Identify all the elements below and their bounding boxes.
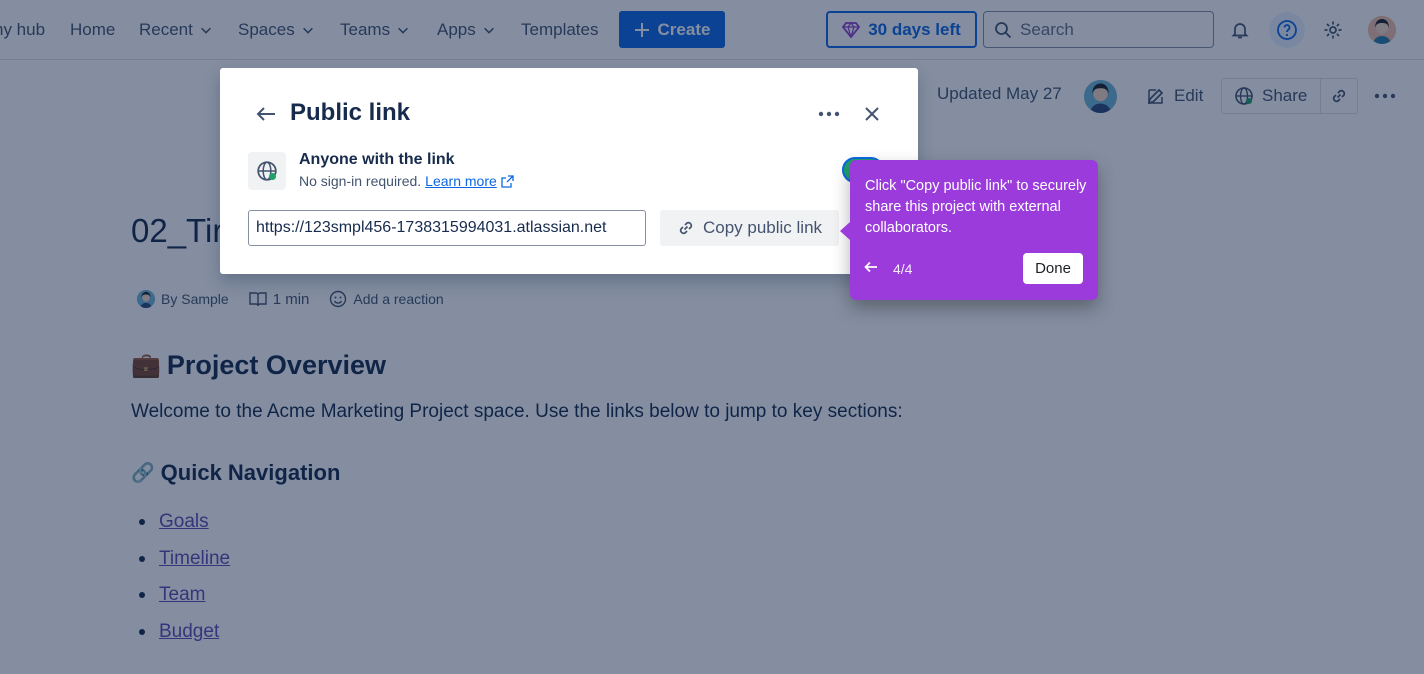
- guide-tooltip: Click "Copy public link" to securely sha…: [840, 160, 1098, 300]
- tooltip-text: Click "Copy public link" to securely sha…: [865, 178, 1087, 236]
- copy-public-link-button[interactable]: Copy public link: [660, 210, 839, 246]
- tooltip-step-counter: 4/4: [893, 261, 913, 277]
- copy-label: Copy public link: [702, 218, 823, 237]
- learn-more-label: Learn more: [425, 173, 497, 189]
- public-url-field[interactable]: https://123smpl456-1738315994031.atlassi…: [248, 210, 646, 246]
- close-icon: [865, 107, 879, 121]
- arrow-left-icon: [256, 107, 275, 121]
- back-button[interactable]: [252, 100, 280, 128]
- globe-icon: [257, 161, 277, 181]
- access-label: Anyone with the link: [299, 151, 455, 168]
- learn-more-link[interactable]: Learn more: [425, 173, 514, 189]
- modal-title: Public link: [290, 99, 411, 126]
- external-link-icon: [501, 174, 514, 188]
- public-globe-tile: [248, 152, 286, 190]
- signin-description: No sign-in required. Learn more: [299, 173, 514, 189]
- signin-text: No sign-in required.: [299, 173, 422, 189]
- done-button[interactable]: Done: [1023, 253, 1083, 284]
- modal-more-button[interactable]: [814, 100, 844, 128]
- close-button[interactable]: [858, 100, 886, 128]
- arrow-left-icon: [864, 261, 877, 273]
- more-icon: [818, 111, 840, 117]
- link-icon: [679, 221, 693, 235]
- tooltip-back-button[interactable]: [864, 260, 878, 278]
